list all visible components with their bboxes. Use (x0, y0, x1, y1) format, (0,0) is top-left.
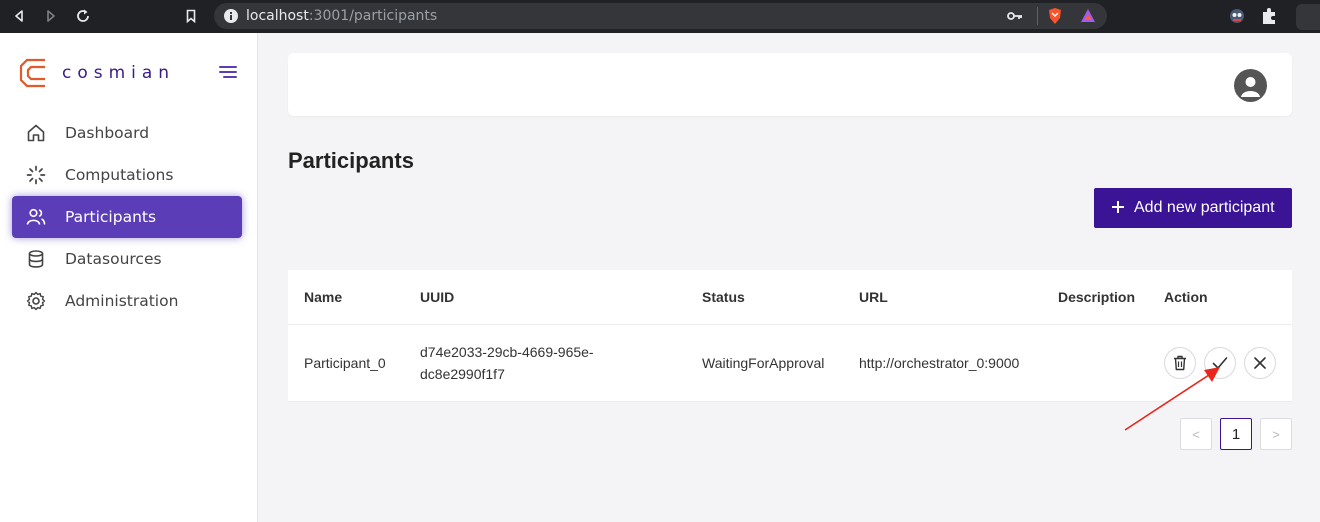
sidebar: cosmian Dashboard Computations Participa… (0, 33, 258, 522)
participant-uuid-line1: d74e2033-29cb-4669-965e- (420, 344, 594, 360)
sidebar-item-label: Administration (65, 292, 179, 310)
column-header-url[interactable]: URL (859, 289, 888, 305)
separator (1037, 7, 1038, 25)
site-info-icon[interactable] (223, 8, 239, 29)
logo[interactable]: cosmian (18, 57, 175, 89)
extensions-puzzle-icon[interactable] (1261, 7, 1277, 30)
back-icon[interactable] (8, 5, 30, 27)
brave-rewards-icon[interactable] (1079, 7, 1097, 30)
home-icon (26, 123, 46, 143)
gear-icon (26, 291, 46, 311)
reject-participant-button[interactable] (1244, 347, 1276, 379)
brave-shield-icon[interactable] (1046, 7, 1064, 30)
sidebar-item-label: Datasources (65, 250, 162, 268)
add-participant-label: Add new participant (1134, 199, 1275, 216)
participant-uuid-line2: dc8e2990f1f7 (420, 366, 505, 382)
logo-text: cosmian (62, 63, 176, 83)
spinner-icon (26, 165, 46, 185)
avatar[interactable] (1234, 69, 1267, 102)
sidebar-item-administration[interactable]: Administration (12, 280, 242, 322)
url-path: :3001/participants (308, 8, 438, 24)
database-icon (26, 249, 46, 269)
top-bar (288, 53, 1292, 116)
sidebar-item-computations[interactable]: Computations (12, 154, 242, 196)
sidebar-item-dashboard[interactable]: Dashboard (12, 112, 242, 154)
chevron-right-icon: > (1272, 426, 1280, 442)
users-icon (26, 207, 46, 227)
column-header-description[interactable]: Description (1058, 289, 1135, 305)
table-header: Name UUID Status URL Description Action (288, 270, 1292, 325)
bookmark-icon[interactable] (180, 5, 202, 27)
key-icon[interactable] (1007, 9, 1023, 28)
participant-status: WaitingForApproval (702, 355, 825, 371)
user-avatar-icon (1241, 77, 1260, 97)
menu-toggle-icon[interactable] (219, 65, 237, 84)
column-header-name[interactable]: Name (304, 289, 342, 305)
add-participant-button[interactable]: Add new participant (1094, 188, 1292, 228)
page-number: 1 (1231, 425, 1241, 443)
participant-name: Participant_0 (304, 355, 386, 371)
sidebar-item-label: Participants (65, 208, 157, 226)
profile-extension-icon[interactable] (1228, 7, 1246, 30)
column-header-uuid[interactable]: UUID (420, 289, 454, 305)
participant-url: http://orchestrator_0:9000 (859, 355, 1020, 371)
page-title: Participants (288, 148, 414, 173)
forward-icon[interactable] (40, 5, 62, 27)
annotation-arrow-icon (1124, 367, 1220, 431)
reload-icon[interactable] (72, 5, 94, 27)
sidebar-item-datasources[interactable]: Datasources (12, 238, 242, 280)
url-text: localhost:3001/participants (246, 8, 437, 24)
sidebar-item-participants[interactable]: Participants (12, 196, 242, 238)
sidebar-item-label: Dashboard (65, 124, 150, 142)
column-header-action: Action (1164, 289, 1208, 305)
browser-toolbar: localhost:3001/participants (0, 0, 1320, 33)
sidebar-item-label: Computations (65, 166, 174, 184)
close-icon (1254, 357, 1266, 369)
pagination-next-button[interactable]: > (1260, 418, 1292, 450)
column-header-status[interactable]: Status (702, 289, 745, 305)
url-host: localhost (246, 8, 309, 24)
address-bar[interactable]: localhost:3001/participants (214, 3, 1107, 29)
plus-icon (1111, 200, 1125, 219)
browser-menu-button[interactable] (1296, 4, 1320, 30)
cosmian-logo-icon (19, 58, 45, 88)
